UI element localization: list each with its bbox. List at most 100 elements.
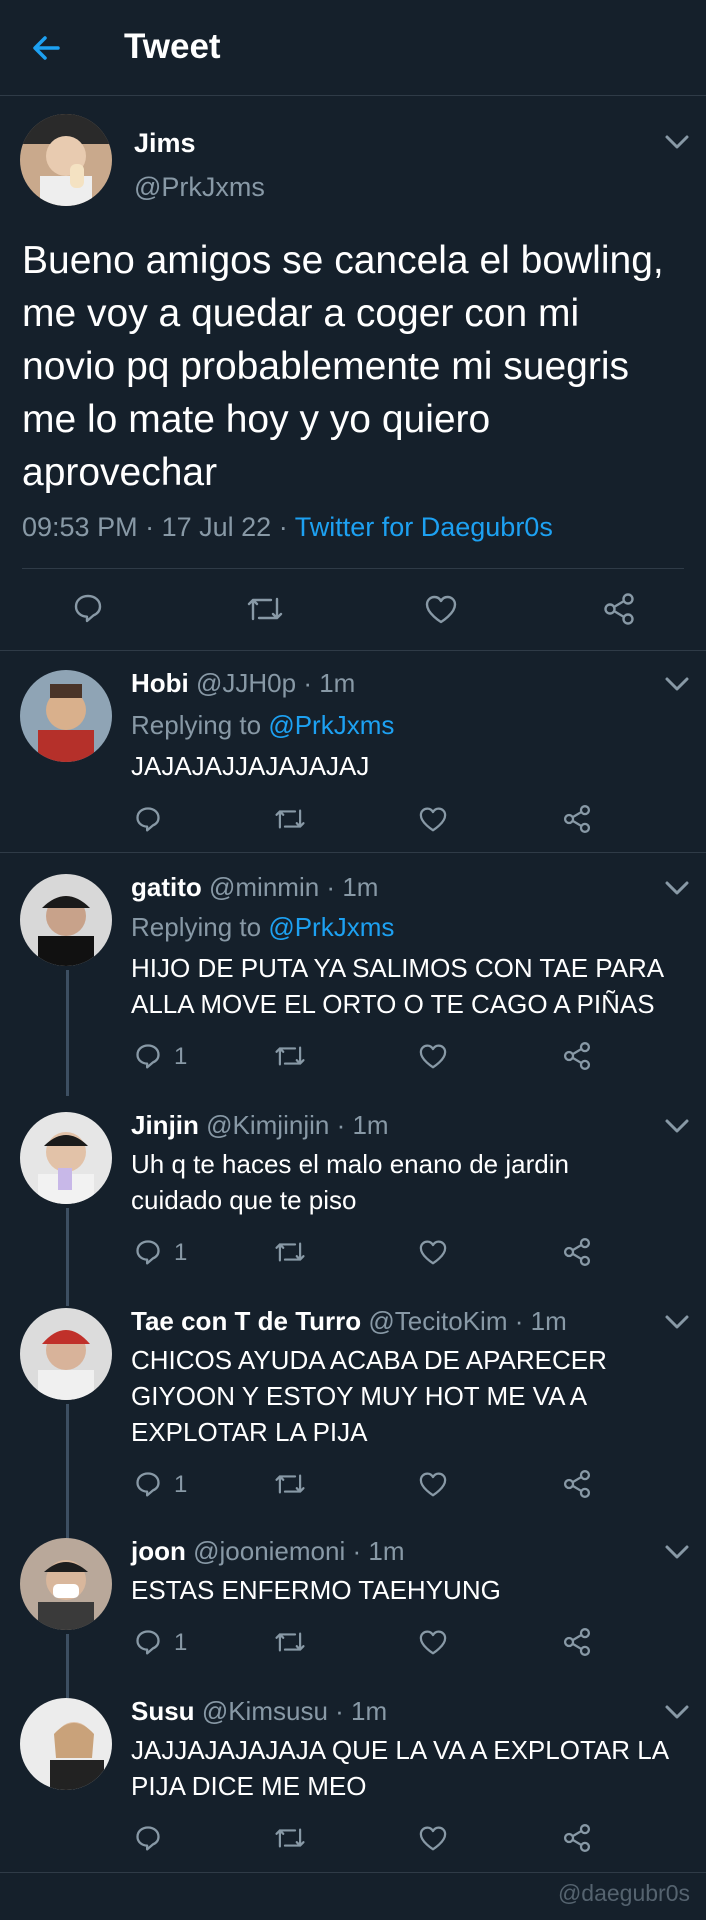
avatar[interactable]	[20, 670, 112, 762]
replying-to: Replying to @PrkJxms	[131, 710, 394, 741]
reply-time: 1m	[352, 1110, 389, 1140]
author-handle[interactable]: @PrkJxms	[134, 172, 265, 203]
reply-author-handle[interactable]: @TecitoKim	[368, 1306, 507, 1336]
reply-author-name[interactable]: Jinjin	[131, 1110, 199, 1140]
heart-icon[interactable]	[418, 1825, 448, 1851]
watermark: @daegubr0s	[557, 1880, 690, 1906]
heart-icon[interactable]	[424, 594, 458, 624]
reply-time: 1m	[319, 668, 356, 698]
reply-icon[interactable]	[134, 1628, 162, 1656]
thread-line	[66, 1404, 69, 1540]
chevron-down-icon[interactable]	[664, 676, 690, 692]
meta-separator: ·	[336, 1110, 353, 1140]
share-icon[interactable]	[602, 592, 636, 626]
chevron-down-icon[interactable]	[664, 880, 690, 896]
reply-text: HIJO DE PUTA YA SALIMOS CON TAE PARA ALL…	[131, 953, 663, 1019]
retweet-icon[interactable]	[274, 1629, 306, 1655]
replying-to: Replying to @PrkJxms	[131, 912, 394, 943]
reply-icon[interactable]	[134, 805, 162, 833]
reply-count: 1	[174, 1471, 188, 1498]
tweet-date: 17 Jul 22	[161, 512, 272, 542]
heart-icon[interactable]	[418, 1239, 448, 1265]
heart-icon[interactable]	[418, 1629, 448, 1655]
reply-count: 1	[174, 1043, 188, 1070]
share-icon[interactable]	[562, 804, 592, 834]
heart-icon[interactable]	[418, 1471, 448, 1497]
retweet-icon[interactable]	[274, 1471, 306, 1497]
reply-author-handle[interactable]: @Kimjinjin	[206, 1110, 329, 1140]
meta-separator: ·	[303, 668, 320, 698]
avatar[interactable]	[20, 874, 112, 966]
page-title: Tweet	[124, 27, 221, 66]
top-bar: Tweet	[0, 0, 706, 96]
divider	[22, 568, 684, 569]
reply-text: ESTAS ENFERMO TAEHYUNG	[131, 1575, 501, 1605]
reply-header: Hobi @JJH0p · 1m	[131, 668, 355, 699]
avatar[interactable]	[20, 1698, 112, 1790]
reply-author-name[interactable]: Susu	[131, 1696, 195, 1726]
reply-header: joon @jooniemoni · 1m	[131, 1536, 405, 1567]
reply-author-name[interactable]: Hobi	[131, 668, 189, 698]
meta-separator: ·	[326, 872, 343, 902]
reply-icon[interactable]	[72, 592, 104, 624]
tweet-metadata: 09:53 PM · 17 Jul 22 · Twitter for Daegu…	[22, 512, 553, 543]
reply-header: Tae con T de Turro @TecitoKim · 1m	[131, 1306, 567, 1337]
reply-author-name[interactable]: gatito	[131, 872, 202, 902]
reply-icon[interactable]	[134, 1824, 162, 1852]
reply-text: Uh q te haces el malo enano de jardin cu…	[131, 1149, 569, 1215]
reply-author-handle[interactable]: @Kimsusu	[202, 1696, 328, 1726]
avatar[interactable]	[20, 1538, 112, 1630]
reply-author-name[interactable]: joon	[131, 1536, 186, 1566]
avatar[interactable]	[20, 1112, 112, 1204]
retweet-icon[interactable]	[274, 1825, 306, 1851]
share-icon[interactable]	[562, 1041, 592, 1071]
divider	[0, 650, 706, 651]
reply-header: Jinjin @Kimjinjin · 1m	[131, 1110, 389, 1141]
author-name[interactable]: Jims	[134, 128, 196, 159]
share-icon[interactable]	[562, 1823, 592, 1853]
divider	[0, 852, 706, 853]
chevron-down-icon[interactable]	[664, 1544, 690, 1560]
mention-link[interactable]: @PrkJxms	[268, 912, 394, 942]
mention-link[interactable]: @PrkJxms	[268, 710, 394, 740]
retweet-icon[interactable]	[274, 1239, 306, 1265]
reply-time: 1m	[368, 1536, 405, 1566]
replying-label: Replying to	[131, 710, 262, 740]
chevron-down-icon[interactable]	[664, 1118, 690, 1134]
reply-icon[interactable]	[134, 1470, 162, 1498]
retweet-icon[interactable]	[274, 806, 306, 832]
thread-line	[66, 1634, 69, 1698]
heart-icon[interactable]	[418, 806, 448, 832]
reply-text: CHICOS AYUDA ACABA DE APARECER GIYOON Y …	[131, 1345, 607, 1447]
thread-line	[66, 1208, 69, 1306]
retweet-icon[interactable]	[246, 594, 284, 624]
share-icon[interactable]	[562, 1627, 592, 1657]
reply-icon[interactable]	[134, 1238, 162, 1266]
reply-text: JAJJAJAJAJAJA QUE LA VA A EXPLOTAR LA PI…	[131, 1735, 668, 1801]
avatar[interactable]	[20, 114, 112, 206]
reply-author-name[interactable]: Tae con T de Turro	[131, 1306, 361, 1336]
heart-icon[interactable]	[418, 1043, 448, 1069]
reply-author-handle[interactable]: @minmin	[209, 872, 319, 902]
replying-label: Replying to	[131, 912, 262, 942]
reply-time: 1m	[342, 872, 379, 902]
chevron-down-icon[interactable]	[664, 134, 690, 150]
reply-author-handle[interactable]: @JJH0p	[196, 668, 296, 698]
reply-count: 1	[174, 1239, 188, 1266]
reply-icon[interactable]	[134, 1042, 162, 1070]
thread-line	[66, 970, 69, 1096]
retweet-icon[interactable]	[274, 1043, 306, 1069]
share-icon[interactable]	[562, 1469, 592, 1499]
meta-separator: ·	[278, 512, 295, 542]
chevron-down-icon[interactable]	[664, 1704, 690, 1720]
arrow-left-icon[interactable]	[30, 32, 62, 64]
avatar[interactable]	[20, 1308, 112, 1400]
reply-author-handle[interactable]: @jooniemoni	[193, 1536, 345, 1566]
share-icon[interactable]	[562, 1237, 592, 1267]
reply-header: gatito @minmin · 1m	[131, 872, 378, 903]
tweet-source-link[interactable]: Twitter for Daegubr0s	[295, 512, 553, 542]
meta-separator: ·	[335, 1696, 352, 1726]
chevron-down-icon[interactable]	[664, 1314, 690, 1330]
reply-time: 1m	[351, 1696, 388, 1726]
tweet-text: Bueno amigos se cancela el bowling, me v…	[22, 239, 664, 494]
